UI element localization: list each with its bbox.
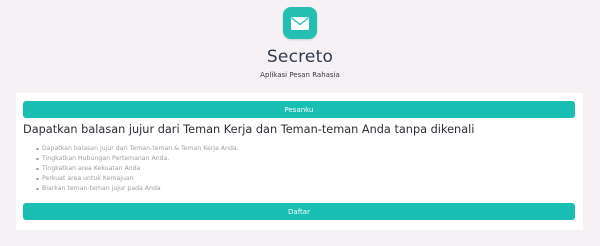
- my-messages-button[interactable]: Pesanku: [23, 101, 575, 118]
- app-subtitle: Aplikasi Pesan Rahasia: [260, 71, 340, 79]
- main-card: Pesanku Dapatkan balasan jujur dari Tema…: [16, 93, 583, 230]
- benefit-text: Biarkan teman-teman jujur pada Anda: [42, 185, 161, 192]
- bullet-icon: [36, 177, 39, 181]
- benefit-item: Biarkan teman-teman jujur pada Anda: [36, 184, 239, 194]
- register-button[interactable]: Daftar: [23, 203, 575, 220]
- benefit-text: Dapatkan balasan jujur dari Teman-teman …: [42, 145, 239, 152]
- bullet-icon: [36, 187, 39, 191]
- benefits-list: Dapatkan balasan jujur dari Teman-teman …: [36, 144, 239, 194]
- benefit-item: Tingkatkan area Kekuatan Anda: [36, 164, 239, 174]
- app-logo: [283, 7, 317, 39]
- app-header: Secreto Aplikasi Pesan Rahasia: [0, 0, 600, 92]
- benefit-item: Perkuat area untuk Kemajuan: [36, 174, 239, 184]
- benefit-text: Perkuat area untuk Kemajuan: [42, 175, 134, 182]
- app-title: Secreto: [266, 47, 334, 67]
- page-headline: Dapatkan balasan jujur dari Teman Kerja …: [23, 123, 475, 136]
- benefit-text: Tingkatkan area Kekuatan Anda: [42, 165, 141, 172]
- bullet-icon: [36, 147, 39, 151]
- bullet-icon: [36, 157, 39, 161]
- benefit-item: Dapatkan balasan jujur dari Teman-teman …: [36, 144, 239, 154]
- benefit-text: Tingkatkan Hubungan Pertemanan Anda.: [42, 155, 170, 162]
- envelope-icon: [290, 16, 310, 31]
- benefit-item: Tingkatkan Hubungan Pertemanan Anda.: [36, 154, 239, 164]
- bullet-icon: [36, 167, 39, 171]
